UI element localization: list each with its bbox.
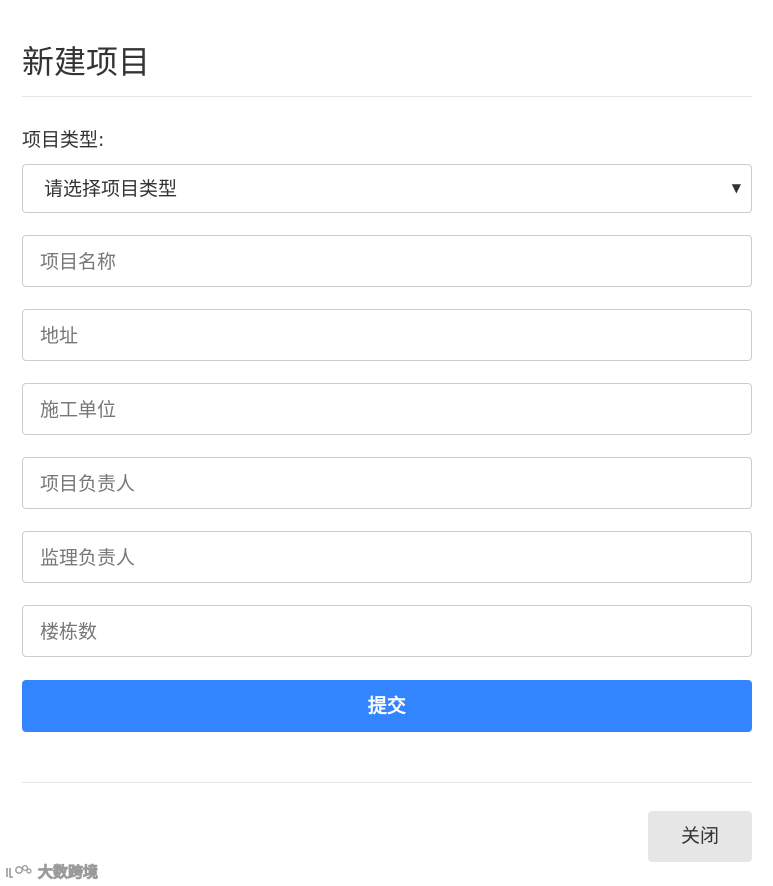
watermark-logo-icon [4,863,34,881]
project-name-input[interactable]: 项目名称 [22,235,752,287]
construction-unit-input[interactable]: 施工单位 [22,383,752,435]
caret-down-icon: ▼ [731,181,741,195]
supervisor-input[interactable]: 监理负责人 [22,531,752,583]
modal-title: 新建项目 [22,43,151,81]
address-input[interactable]: 地址 [22,309,752,361]
watermark-text: 大数跨境 [38,863,99,882]
header-divider [22,96,752,97]
building-count-input[interactable]: 楼栋数 [22,605,752,657]
close-button[interactable]: 关闭 [648,811,752,862]
project-type-select[interactable]: 请选择项目类型 ▼ [22,164,752,213]
project-type-selected-value: 请选择项目类型 [44,178,178,200]
address-placeholder: 地址 [40,325,79,347]
project-type-label: 项目类型: [22,129,105,151]
construction-unit-placeholder: 施工单位 [40,399,117,421]
project-name-placeholder: 项目名称 [40,251,117,273]
supervisor-placeholder: 监理负责人 [40,547,136,569]
submit-button[interactable]: 提交 [22,680,752,732]
project-manager-input[interactable]: 项目负责人 [22,457,752,509]
footer-divider [22,782,752,783]
building-count-placeholder: 楼栋数 [40,621,98,643]
project-manager-placeholder: 项目负责人 [40,473,136,495]
watermark: 大数跨境 [4,860,98,884]
